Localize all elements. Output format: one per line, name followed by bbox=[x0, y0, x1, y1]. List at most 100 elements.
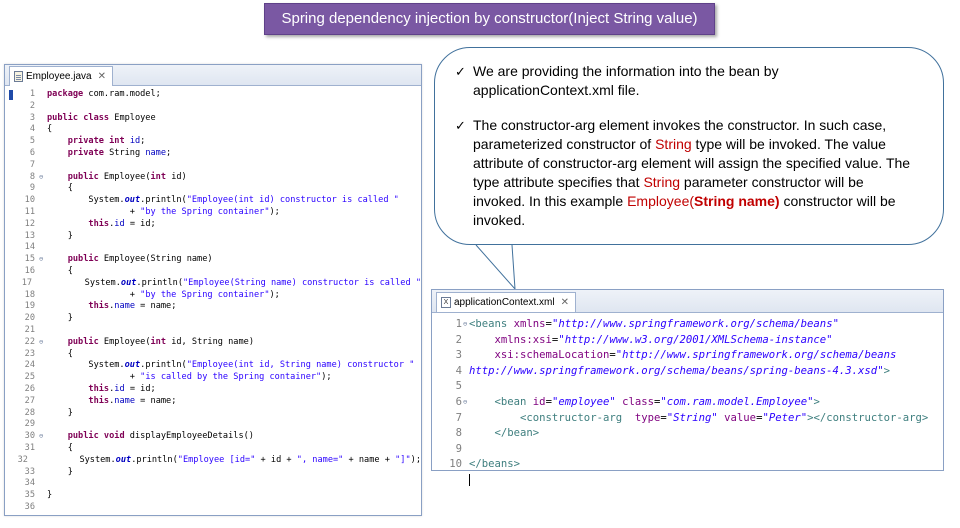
xml-text: xsi:schemaLocation="http://www.springfra… bbox=[469, 348, 897, 364]
code-token: .println( bbox=[131, 454, 178, 465]
code-line: 16 { bbox=[5, 266, 421, 278]
tab-employee-java[interactable]: Employee.java ✕ bbox=[9, 66, 113, 86]
code-token: } bbox=[47, 230, 73, 241]
fold-toggle-icon[interactable]: ⊖ bbox=[39, 431, 47, 443]
gutter bbox=[5, 372, 17, 384]
gutter bbox=[5, 136, 17, 148]
code-line: 11 + "by the Spring container"); bbox=[5, 207, 421, 219]
gutter bbox=[5, 396, 17, 408]
gutter bbox=[5, 384, 17, 396]
xml-token bbox=[469, 427, 495, 439]
line-number: 11 bbox=[24, 206, 35, 217]
code-token: = id; bbox=[124, 383, 156, 394]
gutter bbox=[5, 160, 17, 172]
code-token: System. bbox=[38, 454, 116, 465]
code-token: id bbox=[114, 383, 125, 394]
code-token: ); bbox=[410, 454, 421, 465]
xml-line: 7 <constructor-arg type="String" value="… bbox=[432, 411, 943, 427]
code-token: public bbox=[67, 336, 99, 347]
line-number: 30 bbox=[24, 431, 35, 442]
text-run: Employee( bbox=[627, 193, 695, 209]
fold-toggle-icon[interactable]: ⊖ bbox=[39, 254, 47, 266]
line-number: 23 bbox=[24, 348, 35, 359]
code-line: 10 System.out.println("Employee(int id) … bbox=[5, 195, 421, 207]
line-number: 9 bbox=[455, 442, 462, 455]
code-text: } bbox=[47, 231, 73, 243]
line-number: 5 bbox=[455, 380, 462, 393]
close-icon[interactable]: ✕ bbox=[98, 68, 106, 86]
code-token: package bbox=[47, 89, 84, 99]
code-token: + id + bbox=[255, 454, 297, 465]
code-line: 5 private int id; bbox=[5, 136, 421, 148]
code-text: } bbox=[47, 490, 52, 502]
code-token: = name; bbox=[135, 395, 177, 406]
code-token: ", name=" bbox=[296, 454, 344, 465]
code-line: 27 this.name = name; bbox=[5, 396, 421, 408]
xml-token: "String" bbox=[666, 411, 718, 424]
code-token: { bbox=[47, 442, 73, 453]
code-token: { bbox=[47, 124, 53, 135]
code-token: + bbox=[47, 206, 141, 217]
xml-text: </beans> bbox=[469, 457, 520, 473]
code-text: private String name; bbox=[47, 148, 172, 160]
code-token: public bbox=[67, 171, 99, 182]
line-number: 14 bbox=[24, 242, 35, 253]
code-token: out bbox=[115, 454, 132, 465]
code-line: 15 ⊖ public Employee(String name) bbox=[5, 254, 421, 266]
gutter bbox=[5, 301, 17, 313]
gutter bbox=[5, 349, 17, 361]
xml-code-area[interactable]: 1 ⊖ <beans xmlns="http://www.springframewo… bbox=[432, 313, 943, 489]
code-line: 6 private String name; bbox=[5, 148, 421, 160]
code-token: { bbox=[47, 348, 73, 359]
xml-line: 2 xmlns:xsi="http://www.w3.org/2001/XMLS… bbox=[432, 333, 943, 349]
code-text: { bbox=[47, 443, 73, 455]
gutter bbox=[5, 313, 17, 325]
gutter bbox=[5, 490, 17, 502]
close-icon[interactable]: ✕ bbox=[561, 294, 569, 312]
code-token: "Employee(int id, String name) construct… bbox=[186, 360, 415, 371]
xml-token: id bbox=[532, 395, 546, 408]
line-number: 3 bbox=[455, 349, 462, 362]
code-token: Employee(String name) bbox=[98, 254, 213, 265]
xml-token: "Peter" bbox=[762, 411, 808, 424]
fold-toggle-icon[interactable]: ⊖ bbox=[39, 172, 47, 184]
xml-line: 6 ⊖ <bean id="employee" class="com.ram.mo… bbox=[432, 395, 943, 411]
line-number: 13 bbox=[24, 230, 35, 241]
line-number: 7 bbox=[455, 411, 462, 424]
line-number: 25 bbox=[24, 372, 35, 383]
tab-application-context-xml[interactable]: X applicationContext.xml ✕ bbox=[436, 292, 576, 312]
line-number: 8 bbox=[455, 427, 462, 440]
code-text: public Employee(String name) bbox=[47, 254, 213, 266]
xml-line: 10 </beans> bbox=[432, 457, 943, 473]
code-text: this.id = id; bbox=[47, 383, 156, 396]
code-token: "Employee(int id) constructor is called … bbox=[186, 195, 399, 206]
fold-toggle-icon[interactable]: ⊖ bbox=[39, 337, 47, 349]
gutter bbox=[5, 455, 14, 467]
xml-token: "employee" bbox=[551, 395, 616, 408]
java-code-area[interactable]: 1 package com.ram.model; 2 3 public class Em… bbox=[5, 86, 421, 514]
checkmark-icon: ✓ bbox=[455, 64, 466, 79]
xml-token: <constructor-arg bbox=[520, 411, 635, 424]
xml-token: http://www.springframework.org/schema/be… bbox=[469, 364, 884, 377]
code-token: int bbox=[150, 336, 167, 347]
code-line: 24 System.out.println("Employee(int id, … bbox=[5, 360, 421, 372]
line-number: 24 bbox=[24, 360, 35, 371]
code-token: } bbox=[47, 313, 73, 324]
xml-tab-strip: X applicationContext.xml ✕ bbox=[432, 290, 943, 313]
bullet-text: The constructor-arg element invokes the … bbox=[473, 116, 917, 230]
